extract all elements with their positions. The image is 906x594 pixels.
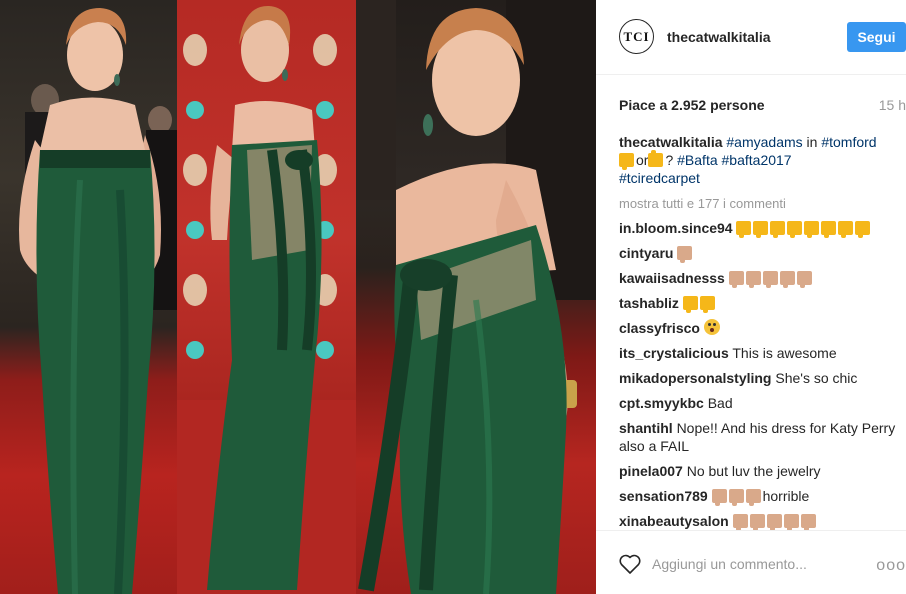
comment-username[interactable]: classyfrisco xyxy=(619,320,700,336)
comment-item: classyfrisco xyxy=(619,319,901,337)
comment-username[interactable]: sensation789 xyxy=(619,488,708,504)
thumbs-down-icon xyxy=(766,514,782,530)
post-caption: thecatwalkitalia #amyadams in #tomford o… xyxy=(619,133,899,187)
caption-username[interactable]: thecatwalkitalia xyxy=(619,134,723,150)
post-timestamp[interactable]: 15 h xyxy=(879,97,906,113)
thumbs-down-icon xyxy=(838,221,854,238)
more-options-icon[interactable]: ooo xyxy=(876,557,906,575)
photo-panel-front xyxy=(0,0,177,594)
model-back-figure xyxy=(177,5,356,594)
thumbs-down-icon xyxy=(855,221,871,238)
comment-username[interactable]: cintyaru xyxy=(619,245,673,261)
comment-list: in.bloom.since94 cintyaru kawaiisadnesss… xyxy=(619,219,901,530)
comment-item: sensation789 horrible xyxy=(619,487,901,506)
thumbs-down-icon xyxy=(796,271,812,288)
thumbs-down-icon xyxy=(736,221,752,238)
thumbs-down-icon xyxy=(749,514,765,530)
comment-text: She's so chic xyxy=(775,370,858,386)
hashtag-link[interactable]: #tomford xyxy=(821,134,876,150)
post-sidebar: TCI thecatwalkitalia Segui Piace a 2.952… xyxy=(596,0,906,594)
comment-username[interactable]: pinela007 xyxy=(619,463,683,479)
comment-item: kawaiisadnesss xyxy=(619,269,901,288)
comment-text: No but luv the jewelry xyxy=(686,463,821,479)
thumbs-down-icon xyxy=(699,296,715,313)
hashtag-link[interactable]: #amyadams xyxy=(726,134,802,150)
comment-text: This is awesome xyxy=(732,345,837,361)
comment-item: xinabeautysalon xyxy=(619,512,901,530)
astonished-face-icon xyxy=(703,319,720,335)
thumbs-down-icon xyxy=(779,271,795,288)
comment-text: horrible xyxy=(762,488,810,504)
likes-count[interactable]: Piace a 2.952 persone xyxy=(619,97,765,113)
hashtag-link[interactable]: #tciredcarpet xyxy=(619,170,700,186)
thumbs-down-icon xyxy=(753,221,769,238)
thumbs-down-icon xyxy=(745,489,761,506)
comment-text: Bad xyxy=(707,395,733,411)
thumbs-down-icon xyxy=(762,271,778,288)
caption-text: or xyxy=(636,152,649,168)
thumbs-up-icon xyxy=(648,150,664,167)
model-front-figure xyxy=(19,8,177,594)
follow-button[interactable]: Segui xyxy=(847,22,906,52)
thumbs-down-icon xyxy=(682,296,698,313)
comment-username[interactable]: shantihl xyxy=(619,420,673,436)
photo-panel-back xyxy=(177,0,356,594)
comment-item: mikadopersonalstyling She's so chic xyxy=(619,369,901,387)
comment-username[interactable]: xinabeautysalon xyxy=(619,513,729,529)
comment-username[interactable]: tashabliz xyxy=(619,295,679,311)
comment-item: pinela007 No but luv the jewelry xyxy=(619,462,901,480)
avatar-logo-text: TCI xyxy=(623,28,650,44)
thumbs-down-icon xyxy=(619,153,634,170)
comment-username[interactable]: mikadopersonalstyling xyxy=(619,370,771,386)
add-comment-input[interactable] xyxy=(652,556,852,572)
thumbs-down-icon xyxy=(821,221,837,238)
thumbs-down-icon xyxy=(728,271,744,288)
model-side-figure xyxy=(356,0,596,594)
thumbs-down-icon xyxy=(677,246,693,263)
comment-item: cpt.smyykbc Bad xyxy=(619,394,901,412)
thumbs-down-icon xyxy=(728,489,744,506)
heart-icon[interactable] xyxy=(618,553,642,575)
post-header: TCI thecatwalkitalia Segui xyxy=(596,0,906,75)
avatar[interactable]: TCI xyxy=(619,19,654,54)
load-more-comments-link[interactable]: mostra tutti e 177 i commenti xyxy=(619,196,786,211)
thumbs-down-icon xyxy=(787,221,803,238)
caption-text: in xyxy=(806,134,818,150)
thumbs-down-icon xyxy=(783,514,799,530)
comment-username[interactable]: its_crystalicious xyxy=(619,345,729,361)
photo-panel-side xyxy=(356,0,596,594)
hashtag-link[interactable]: #bafta2017 xyxy=(722,152,792,168)
comment-username[interactable]: kawaiisadnesss xyxy=(619,270,725,286)
comment-item: in.bloom.since94 xyxy=(619,219,901,238)
caption-text: ? xyxy=(665,152,674,168)
thumbs-down-icon xyxy=(770,221,786,238)
comment-username[interactable]: cpt.smyykbc xyxy=(619,395,704,411)
hashtag-link[interactable]: #Bafta xyxy=(677,152,717,168)
thumbs-down-icon xyxy=(745,271,761,288)
comment-item: cintyaru xyxy=(619,244,901,263)
comment-item: its_crystalicious This is awesome xyxy=(619,344,901,362)
post-photo[interactable] xyxy=(0,0,596,594)
comment-username[interactable]: in.bloom.since94 xyxy=(619,220,733,236)
thumbs-down-icon xyxy=(804,221,820,238)
thumbs-down-icon xyxy=(800,514,816,530)
comment-bar: ooo xyxy=(596,530,906,594)
thumbs-down-icon xyxy=(711,489,727,506)
comment-item: tashabliz xyxy=(619,294,901,313)
username-link[interactable]: thecatwalkitalia xyxy=(667,29,771,45)
thumbs-down-icon xyxy=(732,514,748,530)
comment-item: shantihl Nope!! And his dress for Katy P… xyxy=(619,419,901,455)
